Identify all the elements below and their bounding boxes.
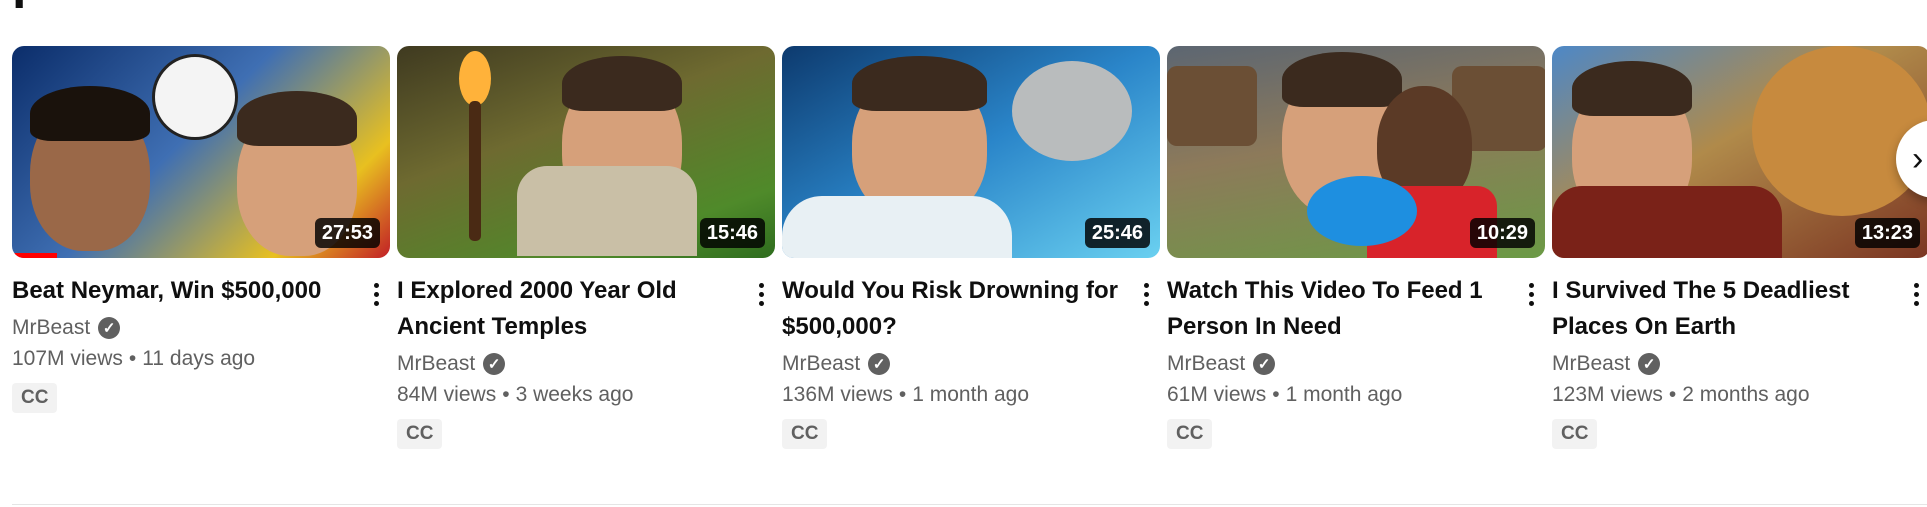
section-divider: [12, 504, 1927, 505]
upload-age: 3 weeks ago: [515, 383, 634, 406]
upload-age: 1 month ago: [912, 383, 1030, 406]
video-thumbnail[interactable]: 15:46: [397, 46, 775, 258]
video-card[interactable]: 13:23 I Survived The 5 Deadliest Places …: [1552, 46, 1927, 466]
check-circle-icon: ✓: [1638, 353, 1661, 375]
upload-age: 1 month ago: [1285, 383, 1403, 406]
video-meta: 136M views • 1 month ago: [782, 379, 1160, 411]
video-title[interactable]: Beat Neymar, Win $500,000: [12, 273, 390, 309]
shirt-graphic: [1552, 186, 1782, 258]
video-meta: 84M views • 3 weeks ago: [397, 379, 775, 411]
video-shelf: 27:53 Beat Neymar, Win $500,000 MrBeast …: [0, 0, 1927, 507]
video-meta: 107M views • 11 days ago: [12, 343, 390, 375]
video-title[interactable]: I Explored 2000 Year Old Ancient Temples: [397, 273, 775, 345]
cc-badge: CC: [782, 419, 828, 449]
channel-name[interactable]: MrBeast: [12, 316, 90, 340]
hair-graphic: [237, 91, 357, 146]
view-count: 84M views: [397, 383, 497, 406]
hair-graphic: [562, 56, 682, 111]
video-card[interactable]: 10:29 Watch This Video To Feed 1 Person …: [1167, 46, 1545, 466]
hair-graphic: [30, 86, 150, 141]
video-thumbnail[interactable]: 27:53: [12, 46, 390, 258]
check-circle-icon: ✓: [483, 353, 506, 375]
video-thumbnail[interactable]: 25:46: [782, 46, 1160, 258]
view-count: 107M views: [12, 347, 123, 370]
video-thumbnail[interactable]: 10:29: [1167, 46, 1545, 258]
cc-badge: CC: [397, 419, 443, 449]
hair-graphic: [852, 56, 987, 111]
more-vert-icon[interactable]: [362, 276, 390, 312]
duration-badge: 25:46: [1084, 218, 1150, 248]
shirt-graphic: [517, 166, 697, 256]
duration-badge: 27:53: [314, 218, 380, 248]
chevron-right-icon: ›: [1912, 139, 1924, 178]
meta-separator: •: [1668, 383, 1677, 406]
meta-separator: •: [898, 383, 907, 406]
channel-name[interactable]: MrBeast: [1552, 352, 1630, 376]
video-thumbnail[interactable]: 13:23: [1552, 46, 1927, 258]
view-count: 136M views: [782, 383, 893, 406]
channel-name[interactable]: MrBeast: [782, 352, 860, 376]
more-vert-icon[interactable]: [1902, 276, 1927, 312]
video-title[interactable]: Would You Risk Drowning for $500,000?: [782, 273, 1160, 345]
more-vert-icon[interactable]: [747, 276, 775, 312]
lion-graphic: [1752, 46, 1927, 216]
torch-flame-graphic: [459, 51, 491, 106]
channel-row: MrBeast ✓: [1167, 349, 1545, 379]
video-title[interactable]: Watch This Video To Feed 1 Person In Nee…: [1167, 273, 1545, 345]
bowl-graphic: [1307, 176, 1417, 246]
torch-graphic: [469, 101, 481, 241]
video-card[interactable]: 25:46 Would You Risk Drowning for $500,0…: [782, 46, 1160, 466]
more-vert-icon[interactable]: [1517, 276, 1545, 312]
more-vert-icon[interactable]: [1132, 276, 1160, 312]
meta-separator: •: [1272, 383, 1280, 406]
channel-row: MrBeast ✓: [397, 349, 775, 379]
meta-separator: •: [128, 347, 137, 370]
upload-age: 2 months ago: [1682, 383, 1810, 406]
view-count: 123M views: [1552, 383, 1663, 406]
hut-graphic: [1167, 66, 1257, 146]
channel-name[interactable]: MrBeast: [1167, 352, 1245, 376]
video-card[interactable]: 15:46 I Explored 2000 Year Old Ancient T…: [397, 46, 775, 466]
channel-row: MrBeast ✓: [1552, 349, 1927, 379]
video-meta: 61M views • 1 month ago: [1167, 379, 1545, 411]
hair-graphic: [1282, 52, 1402, 107]
channel-name[interactable]: MrBeast: [397, 352, 475, 376]
video-details: I Survived The 5 Deadliest Places On Ear…: [1552, 258, 1927, 449]
check-circle-icon: ✓: [98, 317, 121, 339]
upload-age: 11 days ago: [142, 347, 256, 370]
video-details: Watch This Video To Feed 1 Person In Nee…: [1167, 258, 1545, 449]
cc-badge: CC: [1552, 419, 1598, 449]
check-circle-icon: ✓: [868, 353, 891, 375]
rock-graphic: [1012, 61, 1132, 161]
shirt-graphic: [782, 196, 1012, 258]
video-title[interactable]: I Survived The 5 Deadliest Places On Ear…: [1552, 273, 1927, 345]
meta-separator: •: [502, 383, 510, 406]
channel-row: MrBeast ✓: [782, 349, 1160, 379]
video-meta: 123M views • 2 months ago: [1552, 379, 1927, 411]
video-details: I Explored 2000 Year Old Ancient Temples…: [397, 258, 775, 449]
duration-badge: 13:23: [1854, 218, 1920, 248]
duration-badge: 15:46: [699, 218, 765, 248]
video-details: Beat Neymar, Win $500,000 MrBeast ✓ 107M…: [12, 258, 390, 413]
video-card[interactable]: 27:53 Beat Neymar, Win $500,000 MrBeast …: [12, 46, 390, 466]
hair-graphic: [1572, 61, 1692, 116]
cc-badge: CC: [1167, 419, 1213, 449]
video-details: Would You Risk Drowning for $500,000? Mr…: [782, 258, 1160, 449]
cc-badge: CC: [12, 383, 58, 413]
duration-badge: 10:29: [1469, 218, 1535, 248]
check-circle-icon: ✓: [1253, 353, 1276, 375]
view-count: 61M views: [1167, 383, 1267, 406]
channel-row: MrBeast ✓: [12, 313, 390, 343]
soccer-ball-graphic: [152, 54, 238, 140]
